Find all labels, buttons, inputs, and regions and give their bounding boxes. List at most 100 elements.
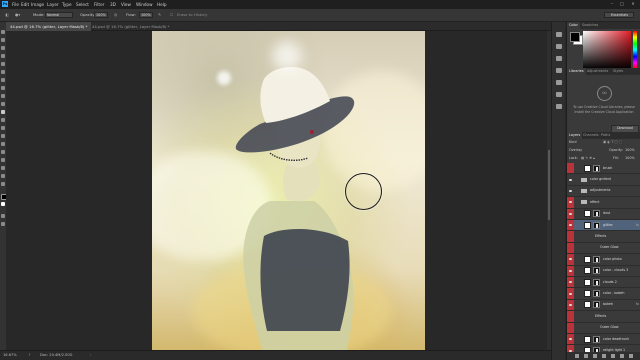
- maximize-icon[interactable]: □: [618, 1, 626, 7]
- clone-source-panel-icon[interactable]: [556, 92, 562, 97]
- layer-effect-row[interactable]: Outer Glow: [567, 322, 640, 334]
- visibility-eye-icon[interactable]: [567, 242, 574, 254]
- layer-row[interactable]: glitter fx: [567, 220, 640, 232]
- minimize-icon[interactable]: –: [608, 1, 616, 7]
- flow-field[interactable]: 100%: [139, 12, 153, 18]
- eraser-tool-icon[interactable]: [1, 110, 5, 114]
- layer-row[interactable]: dust: [567, 208, 640, 220]
- layer-row[interactable]: color deadtrunk: [567, 334, 640, 346]
- visibility-eye-icon[interactable]: [567, 311, 574, 322]
- layer-effect-row[interactable]: Effects: [567, 231, 640, 243]
- tab-paths[interactable]: Paths: [599, 132, 612, 139]
- clone-stamp-tool-icon[interactable]: [1, 94, 5, 98]
- character-panel-icon[interactable]: [556, 56, 562, 61]
- menu-window[interactable]: Window: [136, 1, 153, 8]
- hand-tool-icon[interactable]: [1, 174, 5, 178]
- gradient-tool-icon[interactable]: [1, 118, 5, 122]
- tab-swatches[interactable]: Swatches: [580, 22, 600, 29]
- link-layers-icon[interactable]: [575, 354, 579, 358]
- menu-type[interactable]: Type: [62, 1, 72, 8]
- brush-panel-icon[interactable]: [556, 80, 562, 85]
- tab-channels[interactable]: Channels: [581, 132, 601, 139]
- menu-3d[interactable]: 3D: [110, 1, 116, 8]
- quick-select-tool-icon[interactable]: [1, 54, 5, 58]
- layer-group-row[interactable]: color grdient: [567, 174, 640, 186]
- layer-mask-thumbnail[interactable]: [593, 164, 600, 172]
- type-tool-icon[interactable]: [1, 150, 5, 154]
- color-picker-field[interactable]: [583, 31, 631, 69]
- layer-mask-thumbnail[interactable]: [593, 210, 600, 218]
- adjustment-layer-icon[interactable]: [602, 354, 606, 358]
- layer-mask-thumbnail[interactable]: [593, 335, 600, 343]
- close-icon[interactable]: ✕: [629, 1, 637, 7]
- paragraph-panel-icon[interactable]: [556, 68, 562, 73]
- properties-panel-icon[interactable]: [556, 44, 562, 49]
- visibility-eye-icon[interactable]: [567, 254, 574, 265]
- fill-field[interactable]: 100%: [625, 155, 635, 162]
- fx-badge[interactable]: fx: [636, 302, 639, 307]
- tab-styles[interactable]: Styles: [611, 68, 625, 75]
- filter-kind-select[interactable]: Kind: [569, 139, 576, 146]
- menu-file[interactable]: File: [12, 1, 19, 8]
- layer-opacity-field[interactable]: 100%: [625, 147, 635, 154]
- scrollbar-thumb[interactable]: [548, 150, 550, 220]
- workspace-switcher[interactable]: Essentials: [604, 12, 634, 18]
- new-group-icon[interactable]: [611, 354, 615, 358]
- layer-row[interactable]: color - clouds 3: [567, 265, 640, 277]
- brush-preset-icon[interactable]: ●▾: [15, 11, 20, 19]
- fx-badge[interactable]: fx: [636, 223, 639, 228]
- layer-mask-thumbnail[interactable]: [593, 301, 600, 309]
- screen-mode-icon[interactable]: [1, 222, 5, 226]
- history-panel-icon[interactable]: [556, 32, 562, 37]
- foreground-swatch[interactable]: [570, 32, 580, 42]
- delete-layer-icon[interactable]: [629, 354, 633, 358]
- healing-brush-tool-icon[interactable]: [1, 78, 5, 82]
- zoom-level[interactable]: 16.67%: [3, 353, 17, 357]
- new-layer-icon[interactable]: [620, 354, 624, 358]
- visibility-eye-icon[interactable]: [567, 265, 574, 276]
- layer-row[interactable]: color photo: [567, 254, 640, 266]
- visibility-eye-icon[interactable]: [567, 299, 574, 311]
- tab-color[interactable]: Color: [567, 22, 580, 29]
- visibility-eye-icon[interactable]: [567, 220, 574, 231]
- pressure-opacity-icon[interactable]: ◎: [114, 11, 117, 19]
- layer-mask-thumbnail[interactable]: [593, 267, 600, 275]
- menu-image[interactable]: Image: [31, 1, 44, 8]
- layer-mask-thumbnail[interactable]: [593, 255, 600, 263]
- layer-group-row[interactable]: adjustments: [567, 185, 640, 198]
- visibility-eye-icon[interactable]: [567, 185, 574, 197]
- lasso-tool-icon[interactable]: [1, 46, 5, 50]
- pen-tool-icon[interactable]: [1, 142, 5, 146]
- menu-view[interactable]: View: [121, 1, 131, 8]
- layer-mask-thumbnail[interactable]: [593, 221, 600, 229]
- mode-select[interactable]: Normal: [45, 12, 73, 18]
- add-mask-icon[interactable]: [593, 354, 597, 358]
- tab-adjustments[interactable]: Adjustments: [585, 68, 610, 75]
- path-select-tool-icon[interactable]: [1, 158, 5, 162]
- layer-mask-thumbnail[interactable]: [593, 290, 600, 298]
- hue-slider[interactable]: [633, 31, 637, 69]
- zoom-tool-icon[interactable]: [1, 182, 5, 186]
- document-canvas-image[interactable]: [152, 31, 425, 350]
- brush-tool-icon[interactable]: [1, 86, 5, 90]
- blur-tool-icon[interactable]: [1, 126, 5, 130]
- erase-history-checkbox[interactable]: ☐: [170, 11, 173, 19]
- dodge-tool-icon[interactable]: [1, 134, 5, 138]
- document-tab-active[interactable]: 44.psd @ 16.7% (glitter, Layer Mask/8) *: [6, 22, 92, 31]
- eraser-tool-icon[interactable]: ◧: [3, 11, 11, 19]
- history-brush-tool-icon[interactable]: [1, 102, 5, 106]
- layer-row[interactable]: clouds 2: [567, 277, 640, 289]
- tab-libraries[interactable]: Libraries: [567, 68, 586, 75]
- layer-row[interactable]: color - bokeh: [567, 288, 640, 300]
- layer-effect-row[interactable]: Outer Glow: [567, 242, 640, 255]
- marquee-tool-icon[interactable]: [1, 38, 5, 42]
- layer-effect-row[interactable]: Effects: [567, 311, 640, 323]
- shape-tool-icon[interactable]: [1, 166, 5, 170]
- layer-row[interactable]: brush: [567, 163, 640, 175]
- visibility-eye-icon[interactable]: [567, 288, 574, 299]
- filter-icons[interactable]: ▣ ◐ T ▢ ⬚: [603, 139, 622, 146]
- layer-group-row[interactable]: effect: [567, 197, 640, 209]
- eyedropper-tool-icon[interactable]: [1, 70, 5, 74]
- airbrush-icon[interactable]: ✎: [158, 11, 161, 19]
- visibility-eye-icon[interactable]: [567, 277, 574, 288]
